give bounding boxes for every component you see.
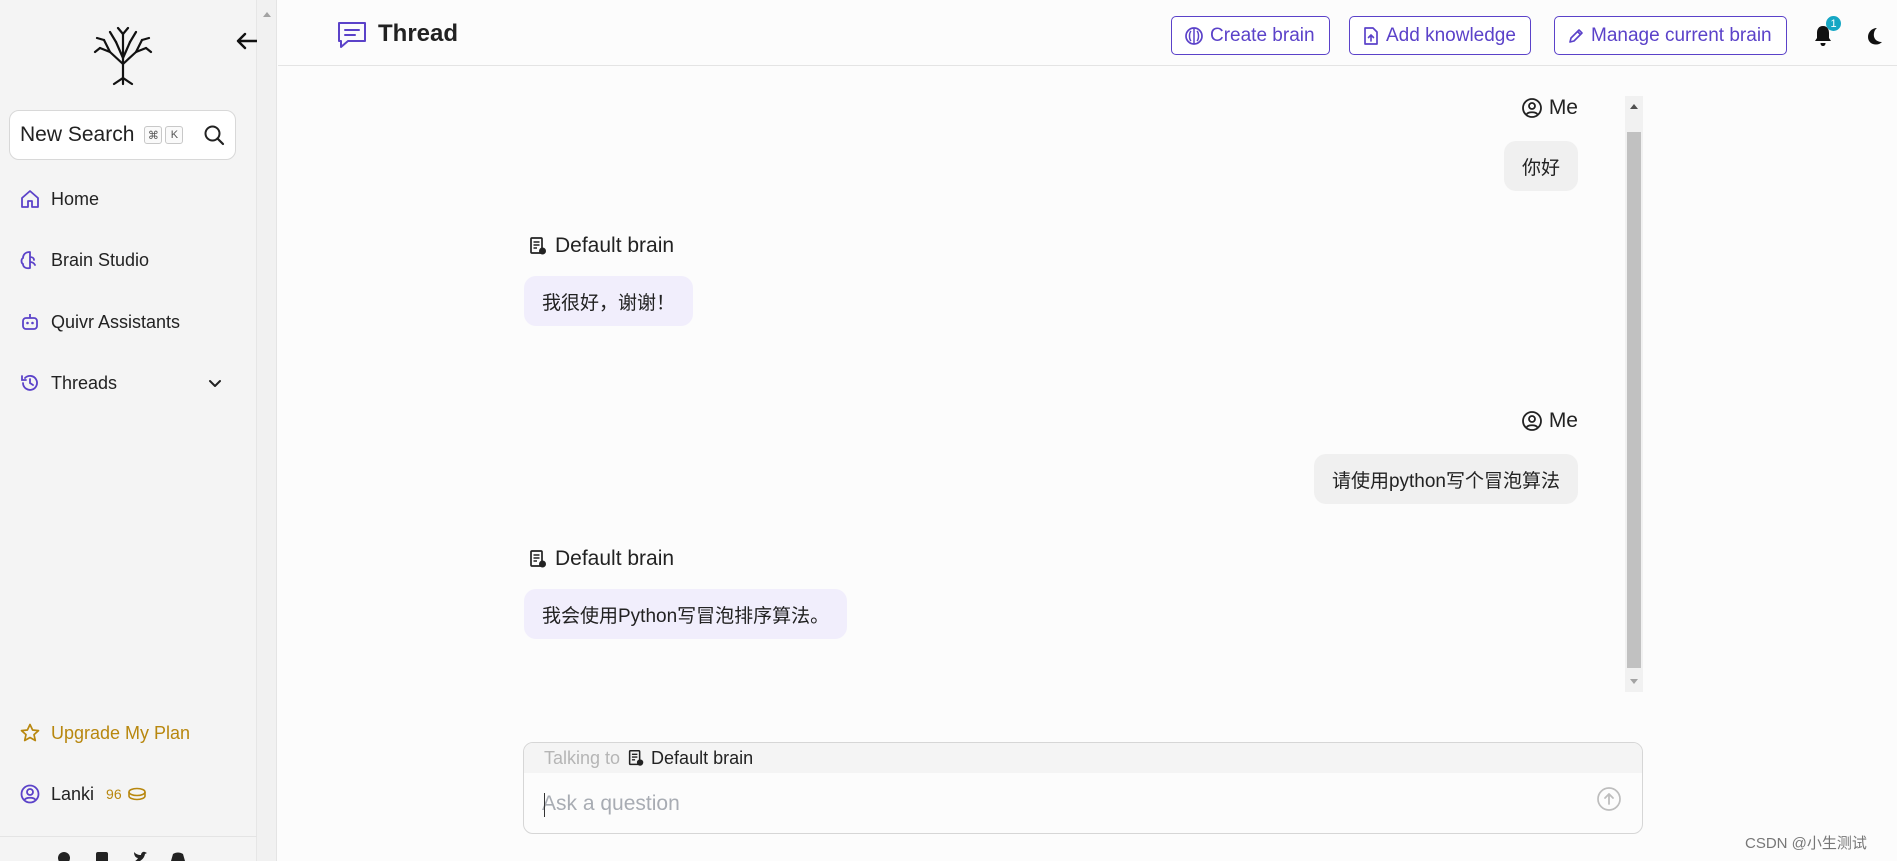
tree-logo-icon[interactable] bbox=[92, 24, 154, 86]
manage-brain-label: Manage current brain bbox=[1591, 24, 1772, 46]
user-circle-icon bbox=[1521, 98, 1542, 118]
sidebar-divider bbox=[0, 836, 257, 837]
brain-document-icon bbox=[628, 749, 644, 766]
sidebar-item-brain-studio[interactable]: Brain Studio bbox=[19, 240, 229, 280]
user-circle-icon bbox=[1521, 411, 1542, 431]
twitter-icon[interactable] bbox=[132, 850, 148, 861]
assistant-message-bubble: 我很好，谢谢！ bbox=[524, 276, 694, 326]
chat-composer: Talking to Default brain bbox=[523, 742, 1643, 834]
moon-icon[interactable] bbox=[1864, 26, 1884, 46]
create-brain-button[interactable]: Create brain bbox=[1171, 16, 1330, 55]
file-upload-icon bbox=[1364, 26, 1378, 45]
star-icon bbox=[20, 723, 40, 742]
scroll-up-arrow[interactable] bbox=[263, 12, 271, 17]
user-profile-link[interactable]: Lanki 96 bbox=[19, 774, 229, 814]
brain-document-icon bbox=[530, 550, 546, 568]
chat-scrollbar[interactable] bbox=[1625, 96, 1643, 692]
sender-name: Me bbox=[1548, 96, 1578, 119]
sidebar-item-label: Threads bbox=[51, 372, 118, 393]
sender-name: Default brain bbox=[555, 234, 675, 257]
sidebar-item-threads[interactable]: Threads bbox=[19, 363, 229, 403]
talking-to-bar: Talking to Default brain bbox=[524, 743, 1642, 773]
top-header: Thread Create brain Add knowledge Manage… bbox=[278, 0, 1897, 66]
user-message-bubble: 你好 bbox=[1503, 141, 1578, 191]
brain-icon bbox=[1185, 26, 1203, 45]
assistant-sender: Default brain bbox=[527, 547, 674, 571]
sidebar-item-home[interactable]: Home bbox=[19, 179, 229, 219]
send-arrow-icon[interactable] bbox=[1596, 786, 1622, 812]
user-circle-icon bbox=[20, 784, 40, 804]
upgrade-label: Upgrade My Plan bbox=[51, 722, 191, 743]
user-sender: Me bbox=[1521, 409, 1578, 433]
page-title: Thread bbox=[378, 20, 459, 47]
watermark: CSDN @小生测试 bbox=[1745, 835, 1867, 852]
add-knowledge-label: Add knowledge bbox=[1386, 24, 1516, 46]
user-sender: Me bbox=[1521, 96, 1578, 120]
new-search-button[interactable]: New Search ⌘ K bbox=[9, 110, 236, 160]
history-icon bbox=[21, 375, 38, 391]
scroll-thumb[interactable] bbox=[1627, 132, 1641, 668]
assistant-message-bubble: 我会使用Python写冒泡排序算法。 bbox=[524, 589, 848, 639]
talking-to-label: Talking to bbox=[544, 747, 621, 768]
sidebar-scrollbar[interactable] bbox=[257, 0, 277, 861]
sidebar-item-label: Quivr Assistants bbox=[51, 311, 181, 332]
sender-name: Default brain bbox=[555, 547, 675, 570]
brain-icon bbox=[20, 251, 36, 270]
sender-name: Me bbox=[1548, 409, 1578, 432]
current-brain-selector[interactable]: Default brain bbox=[626, 748, 753, 769]
sidebar-item-label: Home bbox=[51, 188, 100, 209]
scroll-down-arrow[interactable] bbox=[1630, 679, 1638, 684]
question-input[interactable] bbox=[542, 783, 1562, 825]
manage-brain-button[interactable]: Manage current brain bbox=[1554, 16, 1787, 55]
robot-icon bbox=[22, 314, 38, 330]
chat-messages: Me 你好 Default brain 我很好，谢谢！ Me 请使用python… bbox=[520, 96, 1605, 692]
social-links bbox=[56, 850, 186, 861]
search-icon bbox=[204, 125, 225, 146]
upgrade-plan-link[interactable]: Upgrade My Plan bbox=[19, 713, 229, 753]
brain-document-icon bbox=[530, 237, 546, 255]
add-knowledge-button[interactable]: Add knowledge bbox=[1349, 16, 1531, 55]
user-name: Lanki bbox=[51, 783, 95, 804]
pencil-icon bbox=[1569, 28, 1583, 43]
new-search-label: New Search bbox=[20, 123, 135, 146]
k-key: K bbox=[165, 126, 184, 144]
scroll-up-arrow[interactable] bbox=[1630, 104, 1638, 109]
sidebar: New Search ⌘ K Home Brain Studio Quivr A… bbox=[0, 0, 261, 861]
assistant-sender: Default brain bbox=[527, 234, 674, 258]
home-icon bbox=[21, 190, 39, 208]
sidebar-item-label: Brain Studio bbox=[51, 249, 150, 270]
credits-count: 96 bbox=[106, 786, 122, 802]
text-caret bbox=[544, 793, 545, 817]
discord-icon[interactable] bbox=[170, 850, 186, 861]
chevron-down-icon[interactable] bbox=[207, 375, 223, 391]
github-icon[interactable] bbox=[56, 850, 72, 861]
cmd-key: ⌘ bbox=[144, 126, 163, 144]
current-brain-name: Default brain bbox=[651, 747, 754, 768]
create-brain-label: Create brain bbox=[1210, 24, 1315, 46]
user-message-bubble: 请使用python写个冒泡算法 bbox=[1313, 454, 1578, 504]
sidebar-item-quivr-assistants[interactable]: Quivr Assistants bbox=[19, 302, 229, 342]
coin-icon bbox=[127, 787, 146, 801]
notification-badge: 1 bbox=[1826, 16, 1841, 31]
chat-bubble-icon bbox=[338, 22, 366, 48]
linkedin-icon[interactable] bbox=[94, 850, 110, 861]
